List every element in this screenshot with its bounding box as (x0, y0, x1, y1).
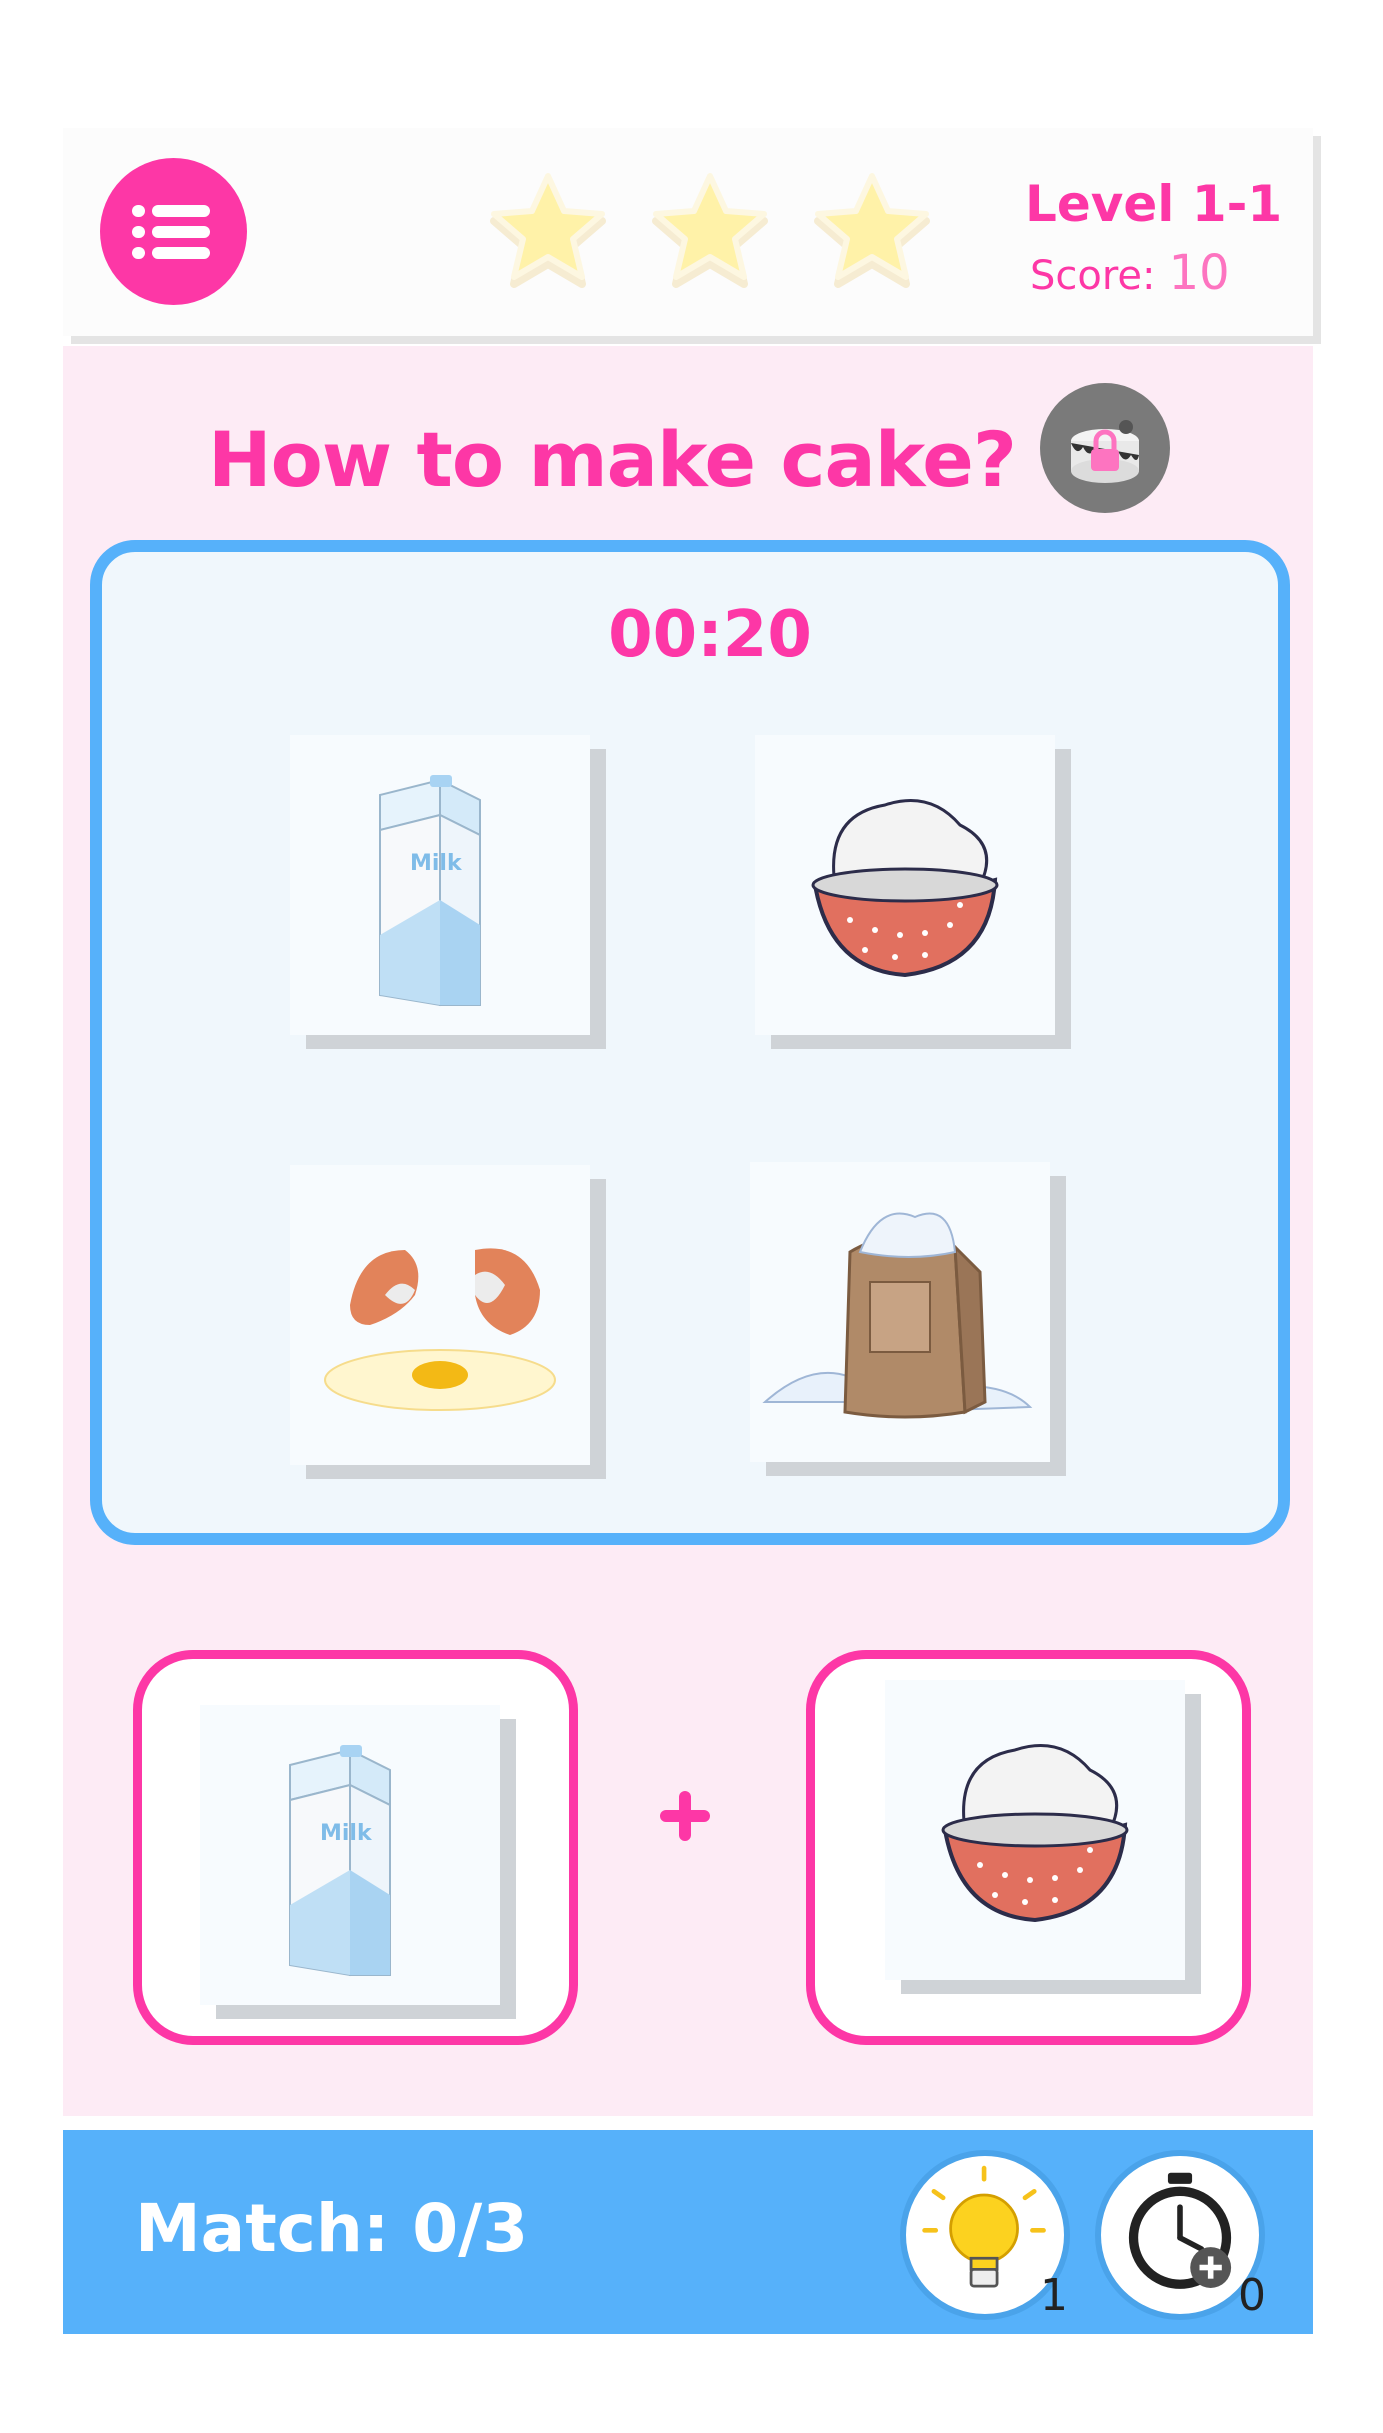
card-panel (90, 540, 1290, 1545)
locked-recipe-button[interactable] (1040, 383, 1170, 513)
question-title: How to make cake? (208, 415, 1017, 504)
time-boost-count: 0 (1238, 2270, 1266, 2321)
ingredient-card-flour[interactable] (750, 1162, 1050, 1462)
sugar-bowl-icon (941, 1744, 1129, 1923)
selected-card-milk[interactable]: Milk (200, 1705, 500, 2005)
level-label: Level 1-1 (1025, 175, 1283, 233)
milk-carton-label: Milk (320, 1821, 373, 1846)
hint-count: 1 (1040, 2270, 1068, 2321)
cracked-egg-icon (324, 1248, 556, 1411)
ingredient-card-milk[interactable]: Milk (290, 735, 590, 1035)
selected-card-sugar-bowl[interactable] (885, 1680, 1185, 1980)
score-label: Score: (1030, 253, 1156, 299)
stopwatch-plus-icon (1128, 2172, 1232, 2289)
score-display: Score: 10 (1030, 245, 1230, 301)
match-counter: Match: 0/3 (135, 2190, 529, 2267)
star-icon (490, 173, 606, 288)
score-value: 10 (1168, 245, 1230, 301)
milk-carton-label: Milk (410, 851, 463, 876)
timer: 00:20 (608, 598, 812, 672)
ingredient-card-sugar-bowl[interactable] (755, 735, 1055, 1035)
locked-cake-icon (1071, 420, 1139, 483)
plus-icon (655, 1785, 715, 1845)
milk-carton-icon: Milk (379, 775, 481, 1007)
ingredient-card-eggs[interactable] (290, 1165, 590, 1465)
star-icon (814, 173, 930, 288)
star-icon (652, 173, 768, 288)
sugar-bowl-icon (811, 799, 999, 978)
menu-button[interactable] (100, 158, 247, 305)
flour-sack-icon (762, 1212, 1033, 1419)
milk-carton-icon: Milk (289, 1745, 391, 1977)
